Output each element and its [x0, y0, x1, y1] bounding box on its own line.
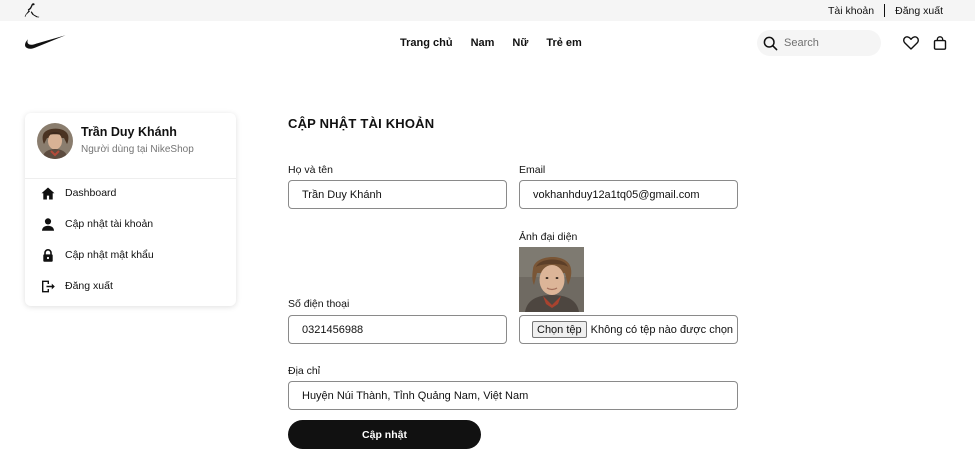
home-icon — [41, 187, 55, 199]
jordan-logo-icon[interactable] — [24, 2, 42, 19]
top-links-divider — [884, 4, 886, 17]
search-box[interactable] — [757, 30, 881, 56]
sidebar-item-update-password[interactable]: Cập nhật mật khẩu — [41, 246, 154, 264]
sidebar-item-logout[interactable]: Đăng xuất — [41, 277, 113, 295]
page-title: CẬP NHẬT TÀI KHOẢN — [288, 116, 435, 131]
nav-item-women[interactable]: Nữ — [512, 37, 528, 49]
search-input[interactable] — [784, 37, 864, 49]
sidebar-item-dashboard[interactable]: Dashboard — [41, 184, 116, 202]
account-link[interactable]: Tài khoản — [828, 5, 874, 17]
nav-item-home[interactable]: Trang chủ — [400, 37, 453, 49]
profile-role: Người dùng tại NikeShop — [81, 144, 194, 155]
user-icon — [42, 217, 54, 231]
phone-input[interactable] — [288, 315, 507, 344]
avatar-file-input[interactable]: Chọn tệp Không có tệp nào được chọn — [519, 315, 738, 344]
nike-logo-icon[interactable] — [24, 34, 66, 50]
profile-sidebar: Trần Duy Khánh Người dùng tại NikeShop D… — [25, 113, 236, 306]
nav-item-men[interactable]: Nam — [471, 37, 495, 49]
shopping-bag-icon[interactable] — [933, 36, 947, 50]
email-input[interactable] — [519, 180, 738, 209]
sidebar-item-label: Cập nhật mật khẩu — [65, 249, 154, 261]
nav-item-kids[interactable]: Trẻ em — [546, 37, 581, 49]
choose-file-button[interactable]: Chọn tệp — [532, 321, 587, 338]
profile-name: Trần Duy Khánh — [81, 125, 177, 139]
fullname-label: Họ và tên — [288, 164, 333, 176]
email-label: Email — [519, 164, 546, 176]
sidebar-item-label: Cập nhật tài khoản — [65, 218, 154, 230]
address-label: Địa chỉ — [288, 365, 321, 377]
main-nav: Trang chủ Nam Nữ Trẻ em — [0, 21, 975, 65]
sidebar-item-label: Đăng xuất — [65, 280, 113, 292]
update-button[interactable]: Cập nhật — [288, 420, 481, 449]
search-icon[interactable] — [763, 36, 778, 51]
favorites-heart-icon[interactable] — [903, 36, 919, 50]
file-status-text: Không có tệp nào được chọn — [590, 323, 734, 336]
sidebar-item-update-account[interactable]: Cập nhật tài khoản — [41, 215, 153, 233]
category-menu: Trang chủ Nam Nữ Trẻ em — [400, 21, 600, 65]
avatar-preview-image — [519, 247, 584, 312]
top-links: Tài khoản Đăng xuất — [828, 0, 943, 21]
avatar-label: Ảnh đại diện — [519, 231, 578, 243]
top-utility-bar: Tài khoản Đăng xuất — [0, 0, 975, 21]
avatar — [37, 123, 73, 159]
address-input[interactable] — [288, 381, 738, 410]
logout-top-link[interactable]: Đăng xuất — [895, 5, 943, 17]
lock-icon — [43, 248, 53, 262]
logout-icon — [42, 280, 55, 292]
phone-label: Số điện thoại — [288, 298, 350, 310]
profile-divider — [25, 178, 236, 179]
fullname-input[interactable] — [288, 180, 507, 209]
sidebar-item-label: Dashboard — [65, 187, 117, 199]
